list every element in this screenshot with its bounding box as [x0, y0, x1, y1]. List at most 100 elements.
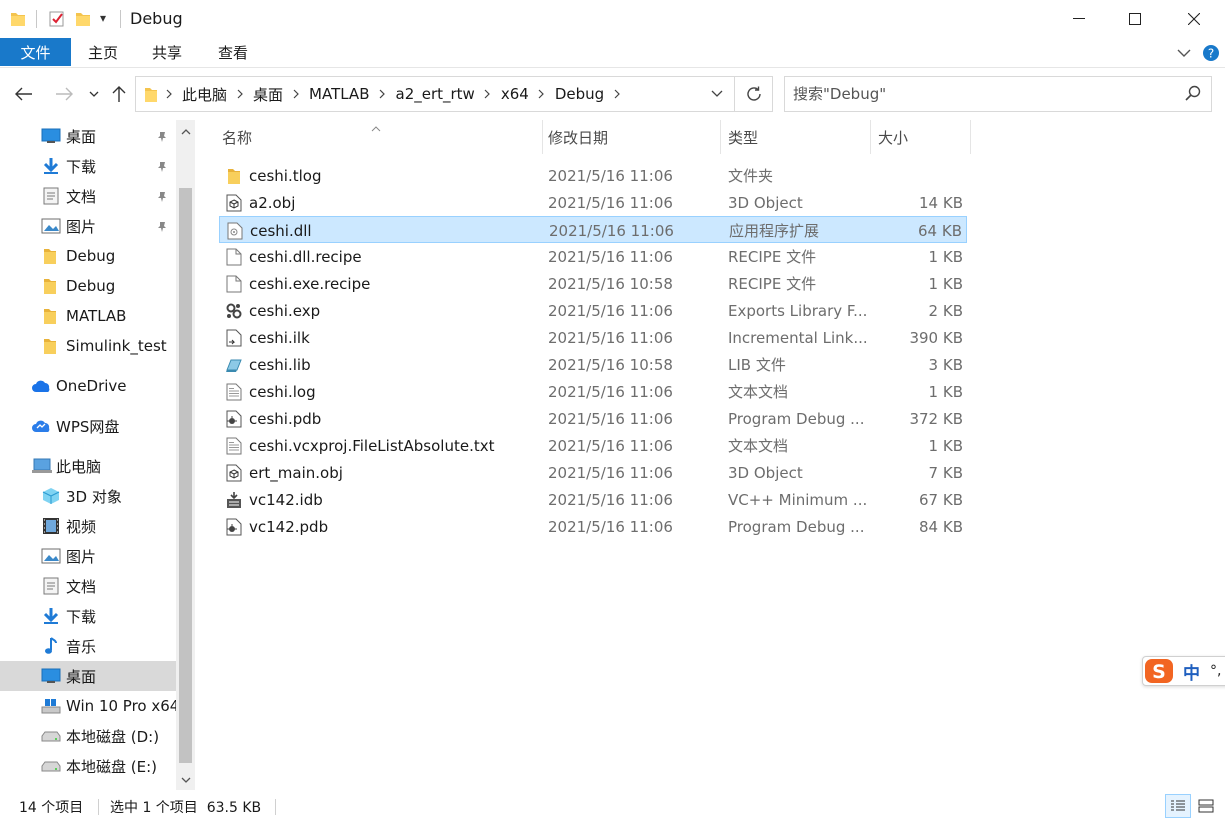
pdb-file-icon — [225, 518, 243, 536]
file-row[interactable]: ert_main.obj 2021/5/16 11:06 3D Object 7 KB — [219, 459, 967, 486]
sidebar-item-videos[interactable]: 视频 — [0, 511, 176, 541]
sidebar-item-debug-1[interactable]: Debug — [0, 241, 176, 271]
ime-mode-toggle[interactable]: 中 — [1175, 659, 1200, 684]
file-row[interactable]: ceshi.log 2021/5/16 11:06 文本文档 1 KB — [219, 378, 967, 405]
breadcrumb-debug[interactable]: Debug — [549, 85, 610, 103]
tab-view[interactable]: 查看 — [218, 38, 248, 66]
minimize-button[interactable] — [1050, 0, 1108, 38]
file-row[interactable]: a2.obj 2021/5/16 11:06 3D Object 14 KB — [219, 189, 967, 216]
chevron-right-icon[interactable] — [162, 89, 176, 99]
file-type: 文本文档 — [728, 437, 789, 455]
tab-home[interactable]: 主页 — [88, 38, 118, 66]
sidebar-item-downloads-pc[interactable]: 下载 — [0, 601, 176, 631]
breadcrumb-matlab[interactable]: MATLAB — [303, 85, 375, 103]
forward-button[interactable] — [52, 82, 76, 106]
folder-icon[interactable] — [10, 10, 26, 28]
large-icons-view-button[interactable] — [1193, 794, 1219, 818]
search-input[interactable] — [793, 77, 1173, 111]
tab-file[interactable]: 文件 — [0, 38, 71, 66]
sidebar-item-documents[interactable]: 文档 — [0, 181, 176, 211]
maximize-button[interactable] — [1106, 0, 1164, 38]
chevron-right-icon[interactable] — [535, 89, 549, 99]
help-button[interactable]: ? — [1199, 42, 1223, 64]
search-icon[interactable] — [1185, 85, 1201, 105]
text-file-icon — [225, 383, 243, 401]
address-history-button[interactable] — [702, 77, 732, 111]
chevron-right-icon[interactable] — [610, 89, 624, 99]
column-divider[interactable] — [720, 120, 721, 154]
details-view-button[interactable] — [1165, 794, 1191, 818]
ime-punctuation-toggle[interactable]: °, — [1200, 663, 1221, 679]
properties-icon[interactable] — [48, 10, 66, 28]
file-row[interactable]: ceshi.pdb 2021/5/16 11:06 Program Debug ..… — [219, 405, 967, 432]
sidebar-item-pictures-pc[interactable]: 图片 — [0, 541, 176, 571]
sidebar-item-wps[interactable]: WPS网盘 — [0, 411, 176, 441]
column-divider[interactable] — [870, 120, 871, 154]
file-row[interactable]: ceshi.dll 2021/5/16 11:06 应用程序扩展 64 KB — [219, 216, 967, 243]
sidebar-item-label: Debug — [66, 247, 116, 265]
sogou-logo-icon[interactable]: S — [1143, 657, 1175, 685]
column-header-size[interactable]: 大小 — [878, 120, 968, 154]
file-size: 64 KB — [918, 221, 962, 240]
item-count: 14 个项目 — [19, 800, 84, 816]
chevron-right-icon[interactable] — [376, 89, 390, 99]
sidebar-item-matlab[interactable]: MATLAB — [0, 301, 176, 331]
sidebar-item-debug-2[interactable]: Debug — [0, 271, 176, 301]
idb-file-icon — [225, 491, 243, 509]
scroll-down-button[interactable] — [178, 772, 193, 788]
column-divider[interactable] — [542, 120, 543, 154]
breadcrumb-x64[interactable]: x64 — [495, 85, 535, 103]
file-row[interactable]: vc142.pdb 2021/5/16 11:06 Program Debug ..… — [219, 513, 967, 540]
sidebar-item-drive-e[interactable]: 本地磁盘 (E:) — [0, 751, 176, 781]
sidebar-item-drive-d[interactable]: 本地磁盘 (D:) — [0, 721, 176, 751]
column-header-name[interactable]: 名称 — [222, 120, 522, 154]
sidebar-item-this-pc[interactable]: 此电脑 — [0, 451, 176, 481]
column-divider[interactable] — [970, 120, 971, 154]
minimize-icon — [1073, 18, 1085, 19]
sidebar-item-downloads[interactable]: 下载 — [0, 151, 176, 181]
column-header-type[interactable]: 类型 — [728, 120, 868, 154]
sidebar-item-documents-pc[interactable]: 文档 — [0, 571, 176, 601]
breadcrumb-this-pc[interactable]: 此电脑 — [176, 84, 233, 105]
chevron-right-icon[interactable] — [289, 89, 303, 99]
separator — [98, 799, 99, 815]
sidebar-item-win10-drive[interactable]: Win 10 Pro x64 — [0, 691, 179, 721]
breadcrumb-a2-ert-rtw[interactable]: a2_ert_rtw — [390, 85, 481, 103]
chevron-down-icon — [1177, 49, 1191, 57]
file-row[interactable]: vc142.idb 2021/5/16 11:06 VC++ Minimum ...… — [219, 486, 967, 513]
chevron-right-icon[interactable] — [481, 89, 495, 99]
back-button[interactable] — [12, 82, 36, 106]
search-box[interactable] — [784, 76, 1212, 112]
new-folder-icon[interactable] — [75, 10, 91, 28]
sidebar-item-pictures[interactable]: 图片 — [0, 211, 176, 241]
column-header-date[interactable]: 修改日期 — [548, 120, 718, 154]
sidebar-item-simulink-test[interactable]: Simulink_test — [0, 331, 176, 361]
file-row[interactable]: ceshi.tlog 2021/5/16 11:06 文件夹 — [219, 162, 967, 189]
blank-file-icon — [225, 275, 243, 293]
sidebar-item-onedrive[interactable]: OneDrive — [0, 371, 176, 401]
file-row[interactable]: ceshi.vcxproj.FileListAbsolute.txt 2021/5… — [219, 432, 967, 459]
sidebar-item-music[interactable]: 音乐 — [0, 631, 176, 661]
sidebar-item-desktop-pc[interactable]: 桌面 — [0, 661, 176, 691]
address-bar[interactable]: 此电脑 桌面 MATLAB a2_ert_rtw x64 Debug — [135, 76, 773, 112]
file-row[interactable]: ceshi.ilk 2021/5/16 11:06 Incremental Link… — [219, 324, 967, 351]
file-row[interactable]: ceshi.exp 2021/5/16 11:06 Exports Library … — [219, 297, 967, 324]
chevron-right-icon[interactable] — [233, 89, 247, 99]
refresh-button[interactable] — [734, 77, 772, 111]
file-row[interactable]: ceshi.exe.recipe 2021/5/16 10:58 RECIPE 文件… — [219, 270, 967, 297]
sidebar-scrollbar[interactable] — [176, 120, 195, 790]
file-row[interactable]: ceshi.lib 2021/5/16 10:58 LIB 文件 3 KB — [219, 351, 967, 378]
sidebar-item-desktop[interactable]: 桌面 — [0, 121, 176, 151]
scrollbar-thumb[interactable] — [179, 188, 192, 763]
file-row[interactable]: ceshi.dll.recipe 2021/5/16 11:06 RECIPE 文件… — [219, 243, 967, 270]
scroll-up-button[interactable] — [178, 124, 193, 140]
expand-ribbon-button[interactable] — [1172, 42, 1196, 64]
breadcrumb-desktop[interactable]: 桌面 — [247, 84, 289, 105]
close-button[interactable] — [1165, 0, 1223, 38]
recent-locations-button[interactable] — [82, 82, 106, 106]
quick-access-dropdown-icon[interactable]: ▾ — [100, 11, 106, 29]
up-button[interactable] — [107, 82, 131, 106]
sidebar-item-3d-objects[interactable]: 3D 对象 — [0, 481, 176, 511]
ime-toolbar[interactable]: S 中 °, — [1142, 656, 1225, 686]
tab-share[interactable]: 共享 — [152, 38, 182, 66]
